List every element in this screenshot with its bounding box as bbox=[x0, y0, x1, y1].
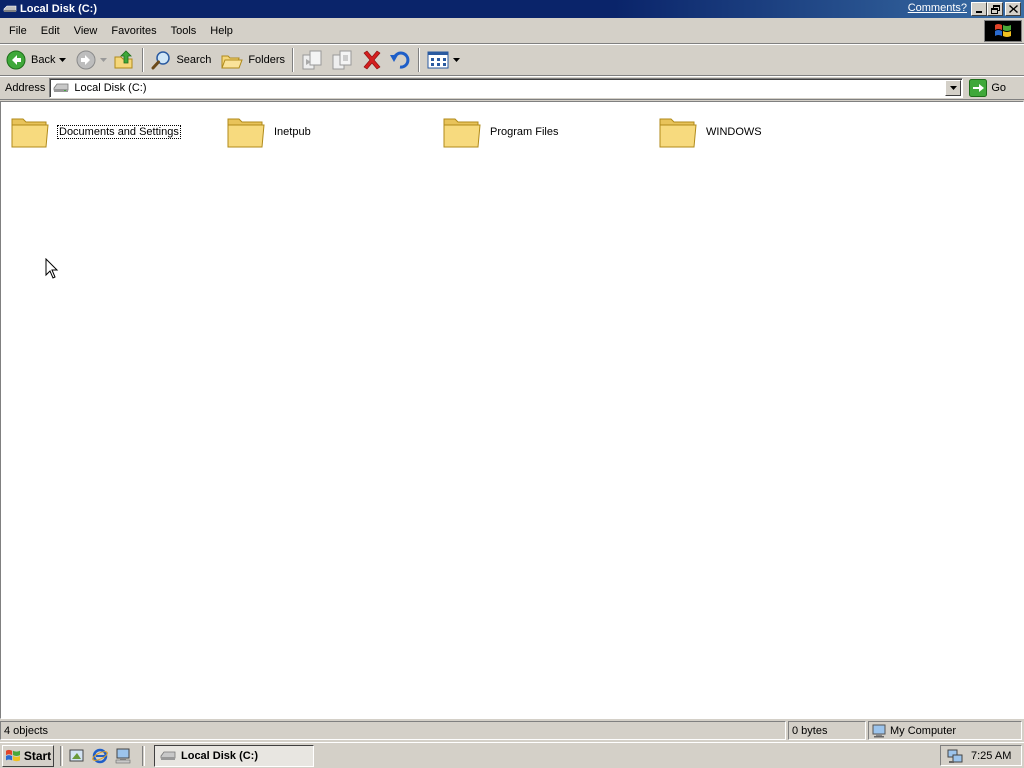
folders-label: Folders bbox=[248, 54, 286, 66]
menu-file[interactable]: File bbox=[3, 25, 33, 37]
toolbar-separator bbox=[142, 48, 145, 72]
back-arrow-icon bbox=[6, 50, 26, 70]
folder-name: WINDOWS bbox=[706, 126, 762, 138]
folder-icon bbox=[443, 118, 481, 148]
folders-icon bbox=[221, 55, 244, 69]
window-title: Local Disk (C:) bbox=[20, 3, 98, 15]
windows-logo bbox=[984, 20, 1022, 42]
undo-icon bbox=[390, 51, 410, 69]
taskbar-window-button[interactable]: Local Disk (C:) bbox=[154, 744, 314, 767]
search-button[interactable]: Search bbox=[148, 47, 214, 73]
go-arrow-icon bbox=[969, 79, 988, 97]
comments-link[interactable]: Comments? bbox=[908, 2, 967, 14]
folder-name: Inetpub bbox=[274, 126, 311, 138]
menu-edit[interactable]: Edit bbox=[35, 25, 66, 37]
drive-icon bbox=[53, 83, 69, 92]
toolbar-separator bbox=[292, 48, 295, 72]
quicklaunch-separator bbox=[142, 745, 145, 766]
up-folder-icon bbox=[114, 50, 133, 69]
minimize-button[interactable] bbox=[971, 2, 987, 16]
back-label: Back bbox=[31, 54, 56, 66]
internet-explorer-button[interactable] bbox=[90, 746, 110, 766]
standard-toolbar: Back Search Folders bbox=[0, 44, 1024, 76]
network-computer-icon bbox=[115, 748, 131, 763]
folder-item[interactable]: Documents and Settings bbox=[10, 112, 181, 152]
menu-help[interactable]: Help bbox=[204, 25, 239, 37]
chevron-down-icon[interactable] bbox=[59, 58, 67, 62]
taskbar: Start Local Disk (C:) 7:25 AM bbox=[0, 742, 1024, 768]
status-zone: My Computer bbox=[868, 721, 1022, 740]
status-object-count: 4 objects bbox=[0, 721, 786, 740]
folder-name: Program Files bbox=[490, 126, 559, 138]
copy-to-button[interactable] bbox=[328, 47, 358, 73]
show-desktop-button[interactable] bbox=[67, 746, 87, 766]
menu-tools[interactable]: Tools bbox=[165, 25, 203, 37]
show-desktop-icon bbox=[69, 749, 84, 761]
windows-flag-icon bbox=[5, 749, 20, 761]
toolbar-separator bbox=[418, 48, 421, 72]
status-bar: 4 objects 0 bytes My Computer bbox=[0, 720, 1024, 741]
chevron-down-icon[interactable] bbox=[100, 58, 108, 62]
status-objects-text: 4 objects bbox=[4, 724, 49, 737]
address-input[interactable]: Local Disk (C:) bbox=[49, 78, 964, 98]
clock[interactable]: 7:25 AM bbox=[971, 750, 1011, 762]
address-bar: Address Local Disk (C:) Go bbox=[0, 76, 1024, 100]
forward-arrow-icon bbox=[76, 50, 96, 70]
up-folder-button[interactable] bbox=[110, 47, 138, 73]
delete-x-icon bbox=[363, 50, 381, 70]
status-size: 0 bytes bbox=[788, 721, 866, 740]
folders-button[interactable]: Folders bbox=[218, 47, 288, 73]
system-tray: 7:25 AM bbox=[940, 745, 1022, 766]
title-bar[interactable]: Local Disk (C:) Comments? bbox=[0, 0, 1024, 18]
move-to-button[interactable] bbox=[298, 47, 328, 73]
explorer-quicklaunch-button[interactable] bbox=[113, 746, 133, 766]
chevron-down-icon bbox=[949, 86, 957, 90]
minimize-icon bbox=[976, 11, 982, 13]
folder-item[interactable]: Inetpub bbox=[226, 112, 311, 152]
address-dropdown-button[interactable] bbox=[945, 80, 962, 96]
move-to-icon bbox=[302, 50, 322, 70]
views-icon bbox=[427, 51, 449, 69]
my-computer-icon bbox=[872, 724, 886, 737]
go-button[interactable]: Go bbox=[969, 79, 1006, 97]
folder-icon bbox=[659, 118, 697, 148]
forward-button[interactable] bbox=[73, 47, 110, 73]
folder-icon bbox=[11, 118, 49, 148]
views-button[interactable] bbox=[424, 47, 463, 73]
quicklaunch-separator bbox=[60, 745, 63, 766]
start-label: Start bbox=[23, 748, 52, 763]
menu-bar: File Edit View Favorites Tools Help bbox=[0, 18, 1024, 44]
address-value: Local Disk (C:) bbox=[74, 82, 147, 94]
restore-icon bbox=[990, 4, 1000, 14]
chevron-down-icon[interactable] bbox=[453, 58, 461, 62]
status-size-text: 0 bytes bbox=[792, 724, 828, 737]
drive-icon bbox=[160, 751, 176, 760]
file-list-pane[interactable]: Documents and Settings Inetpub Program F… bbox=[0, 101, 1024, 719]
folder-item[interactable]: WINDOWS bbox=[658, 112, 762, 152]
windows-flag-icon bbox=[995, 24, 1011, 37]
close-button[interactable] bbox=[1005, 2, 1021, 16]
go-label: Go bbox=[991, 82, 1007, 94]
restore-button[interactable] bbox=[987, 2, 1003, 16]
undo-button[interactable] bbox=[386, 47, 414, 73]
folder-item[interactable]: Program Files bbox=[442, 112, 558, 152]
copy-to-icon bbox=[332, 50, 352, 70]
menu-favorites[interactable]: Favorites bbox=[105, 25, 162, 37]
network-connection-icon[interactable] bbox=[947, 748, 963, 764]
status-zone-text: My Computer bbox=[890, 724, 957, 737]
search-icon bbox=[151, 51, 171, 70]
close-icon bbox=[1008, 5, 1018, 13]
search-label: Search bbox=[176, 54, 212, 66]
delete-button[interactable] bbox=[358, 47, 386, 73]
folder-icon bbox=[227, 118, 265, 148]
menu-view[interactable]: View bbox=[68, 25, 104, 37]
address-label: Address bbox=[5, 82, 46, 94]
drive-icon bbox=[3, 2, 17, 16]
mouse-cursor-icon bbox=[45, 258, 59, 279]
internet-explorer-icon bbox=[92, 748, 108, 763]
back-button[interactable]: Back bbox=[3, 47, 69, 73]
start-button[interactable]: Start bbox=[2, 744, 54, 767]
taskbar-window-label: Local Disk (C:) bbox=[181, 749, 259, 762]
folder-name: Documents and Settings bbox=[57, 125, 181, 139]
